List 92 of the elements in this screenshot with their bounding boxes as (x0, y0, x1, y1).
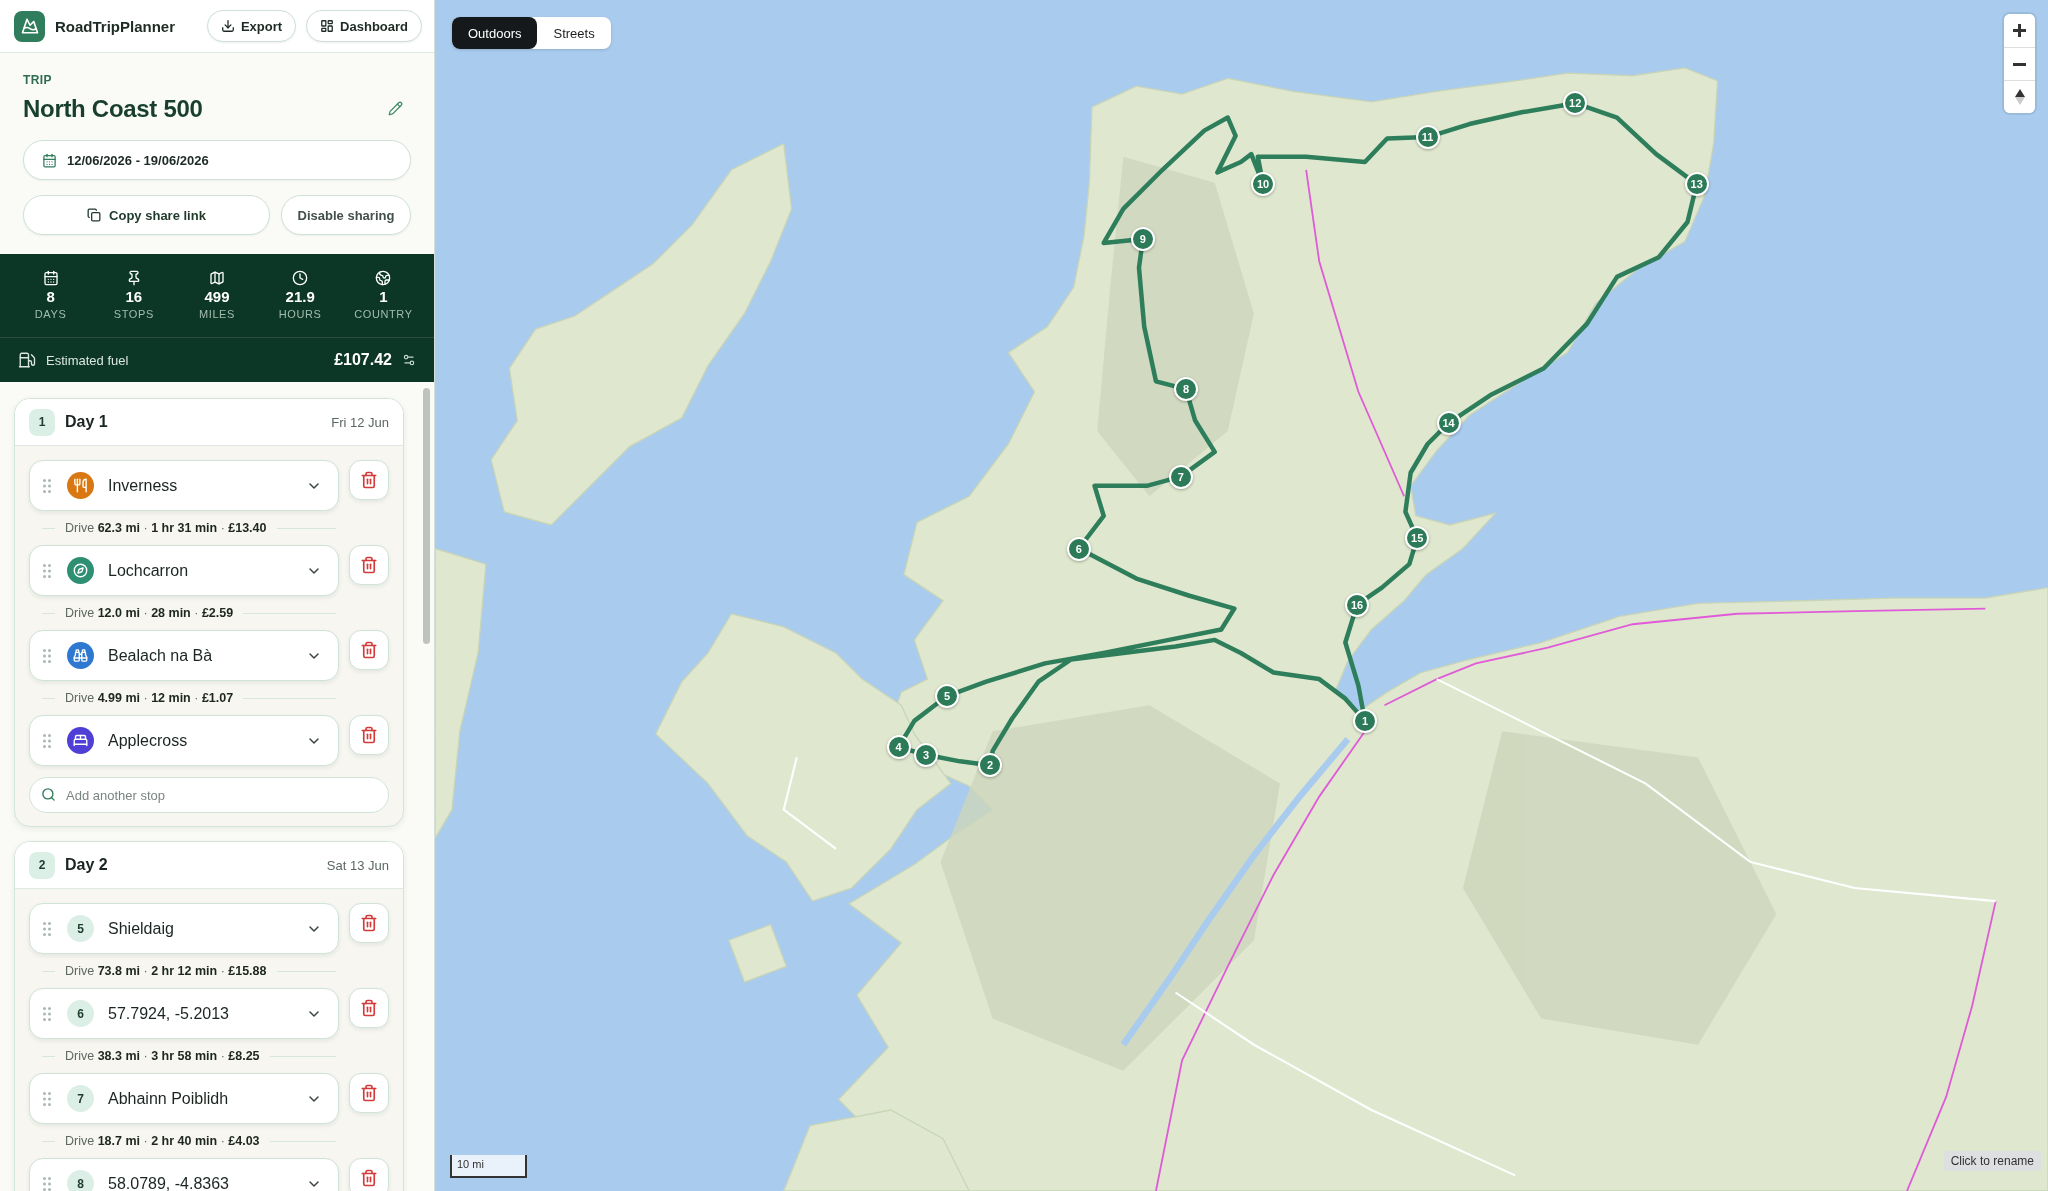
dashboard-button[interactable]: Dashboard (306, 10, 422, 42)
fuel-value: £107.42 (334, 351, 392, 369)
calendar-icon (42, 152, 57, 168)
delete-stop-button[interactable] (349, 1073, 389, 1113)
trash-icon (360, 556, 378, 574)
drag-handle-icon[interactable] (43, 1176, 51, 1191)
stop-number: 8 (67, 1170, 94, 1191)
north-arrow-icon (2014, 89, 2025, 105)
map-icon (209, 270, 225, 286)
add-stop-field[interactable]: Add another stop (29, 777, 389, 813)
date-range-field[interactable]: 12/06/2026 - 19/06/2026 (23, 140, 411, 180)
sliders-icon[interactable] (402, 353, 416, 367)
trip-title: North Coast 500 (23, 94, 203, 123)
download-icon (220, 19, 235, 33)
trash-icon (360, 1169, 378, 1187)
stop-number: 7 (67, 1085, 94, 1112)
drive-summary: Drive 62.3 mi · 1 hr 31 min · £13.40 (65, 521, 267, 535)
stat-label: DAYS (34, 307, 67, 321)
search-icon (41, 787, 56, 802)
drag-handle-icon[interactable] (43, 1006, 51, 1021)
drag-handle-icon[interactable] (43, 733, 51, 748)
scale-bar: 10 mi (450, 1155, 527, 1178)
drive-summary: Drive 12.0 mi · 28 min · £2.59 (65, 606, 234, 620)
day-title: Day 2 (65, 856, 108, 874)
trash-icon (360, 1084, 378, 1102)
fuel-label: Estimated fuel (46, 352, 129, 368)
stop-item[interactable]: Lochcarron (29, 545, 339, 596)
stop-item[interactable]: 6 57.7924, -5.2013 (29, 988, 339, 1039)
trash-icon (360, 641, 378, 659)
pencil-icon (388, 101, 403, 116)
day-title: Day 1 (65, 413, 108, 431)
day-date: Fri 12 Jun (331, 414, 389, 430)
map-style-tab[interactable]: Streets (537, 17, 611, 49)
stop-item[interactable]: Inverness (29, 460, 339, 511)
stat-value: 21.9 (285, 288, 315, 306)
minus-icon (2013, 62, 2026, 66)
stop-item[interactable]: 5 Shieldaig (29, 903, 339, 954)
delete-stop-button[interactable] (349, 715, 389, 755)
drive-summary: Drive 4.99 mi · 12 min · £1.07 (65, 691, 234, 705)
drive-summary: Drive 18.7 mi · 2 hr 40 min · £4.03 (65, 1134, 260, 1148)
drive-summary: Drive 38.3 mi · 3 hr 58 min · £8.25 (65, 1049, 260, 1063)
drag-handle-icon[interactable] (43, 648, 51, 663)
stat-label: MILES (199, 307, 235, 321)
delete-stop-button[interactable] (349, 460, 389, 500)
delete-stop-button[interactable] (349, 545, 389, 585)
sharing-button[interactable]: Disable sharing (281, 195, 411, 235)
drag-handle-icon[interactable] (43, 1091, 51, 1106)
delete-stop-button[interactable] (349, 903, 389, 943)
drag-handle-icon[interactable] (43, 563, 51, 578)
day-number: 1 (29, 408, 55, 436)
edit-button[interactable] (388, 101, 403, 116)
stat-label: STOPS (113, 307, 154, 321)
tooltip: Click to rename (1943, 1151, 2041, 1171)
map-style-tab[interactable]: Outdoors (452, 17, 538, 49)
globe-icon (375, 270, 392, 286)
grid-icon (320, 19, 335, 33)
stop-item[interactable]: 8 58.0789, -4.8363 (29, 1158, 339, 1191)
plus-icon (2013, 24, 2026, 37)
stop-item[interactable]: Bealach na Bà (29, 630, 339, 681)
section-label: TRIP (23, 73, 52, 87)
trash-icon (360, 726, 378, 744)
stop-number: 5 (67, 915, 94, 942)
compass-button[interactable] (2004, 80, 2035, 113)
calendar-icon (42, 270, 59, 286)
app-name: RoadTripPlanner (55, 17, 176, 35)
delete-stop-button[interactable] (349, 988, 389, 1028)
stat-value: 8 (46, 288, 55, 306)
export-button[interactable]: Export (206, 10, 297, 42)
trash-icon (360, 471, 378, 489)
delete-stop-button[interactable] (349, 1158, 389, 1191)
trash-icon (360, 914, 378, 932)
drive-summary: Drive 73.8 mi · 2 hr 12 min · £15.88 (65, 964, 267, 978)
stat-value: 16 (125, 288, 143, 306)
stop-item[interactable]: 7 Abhainn Poiblidh (29, 1073, 339, 1124)
day-number: 2 (29, 851, 55, 879)
delete-stop-button[interactable] (349, 630, 389, 670)
clock-icon (292, 270, 309, 286)
trash-icon (360, 999, 378, 1017)
stat-label: COUNTRY (354, 307, 413, 321)
scrollbar-thumb[interactable] (423, 388, 430, 644)
stop-number: 6 (67, 1000, 94, 1027)
stop-item[interactable]: Applecross (29, 715, 339, 766)
stat-value: 1 (379, 288, 388, 306)
copy-icon (87, 208, 102, 222)
copy-link-button[interactable]: Copy share link (23, 195, 270, 235)
stat-label: HOURS (278, 307, 322, 321)
drag-handle-icon[interactable] (43, 921, 51, 936)
logo-icon (14, 10, 45, 42)
stat-value: 499 (204, 288, 230, 306)
drag-handle-icon[interactable] (43, 478, 51, 493)
fuel-pump-icon (18, 351, 36, 369)
day-date: Sat 13 Jun (326, 857, 389, 873)
